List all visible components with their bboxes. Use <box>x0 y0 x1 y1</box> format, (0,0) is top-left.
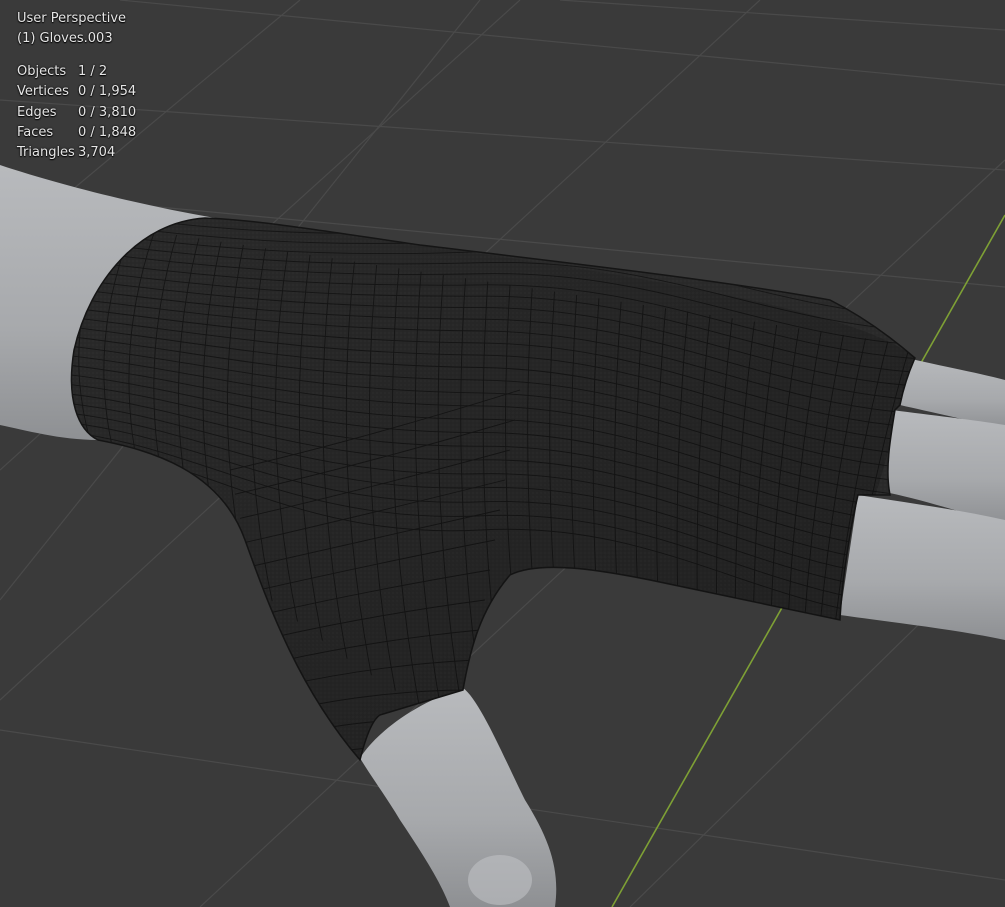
viewport-scene[interactable] <box>0 0 1005 907</box>
stat-label: Faces <box>17 124 54 140</box>
stat-label: Vertices <box>17 84 69 100</box>
stat-label: Triangles <box>17 145 75 161</box>
stat-label: Edges <box>17 104 57 120</box>
stat-value: 3,704 <box>78 145 116 161</box>
active-object-name: (1) Gloves.003 <box>17 31 113 46</box>
viewport-info-overlay: User Perspective (1) Gloves.003 Objects … <box>17 9 136 163</box>
stat-value: 0 / 1,848 <box>78 124 137 140</box>
glove-mesh[interactable] <box>70 212 920 762</box>
3d-viewport[interactable]: User Perspective (1) Gloves.003 Objects … <box>0 0 1005 907</box>
view-name: User Perspective <box>17 11 127 26</box>
stat-label: Objects <box>17 64 67 79</box>
scene-statistics: Objects 1 / 2 Vertices 0 / 1,954 Edges 0… <box>17 62 136 163</box>
stat-row-objects: Objects 1 / 2 <box>17 62 136 82</box>
stat-row-edges: Edges 0 / 3,810 <box>17 103 136 123</box>
stat-value: 0 / 3,810 <box>78 104 137 120</box>
stat-row-triangles: Triangles 3,704 <box>17 143 136 163</box>
stat-row-vertices: Vertices 0 / 1,954 <box>17 82 136 102</box>
stat-row-faces: Faces 0 / 1,848 <box>17 123 136 143</box>
stat-value: 0 / 1,954 <box>78 84 137 100</box>
stat-value: 1 / 2 <box>78 64 108 79</box>
